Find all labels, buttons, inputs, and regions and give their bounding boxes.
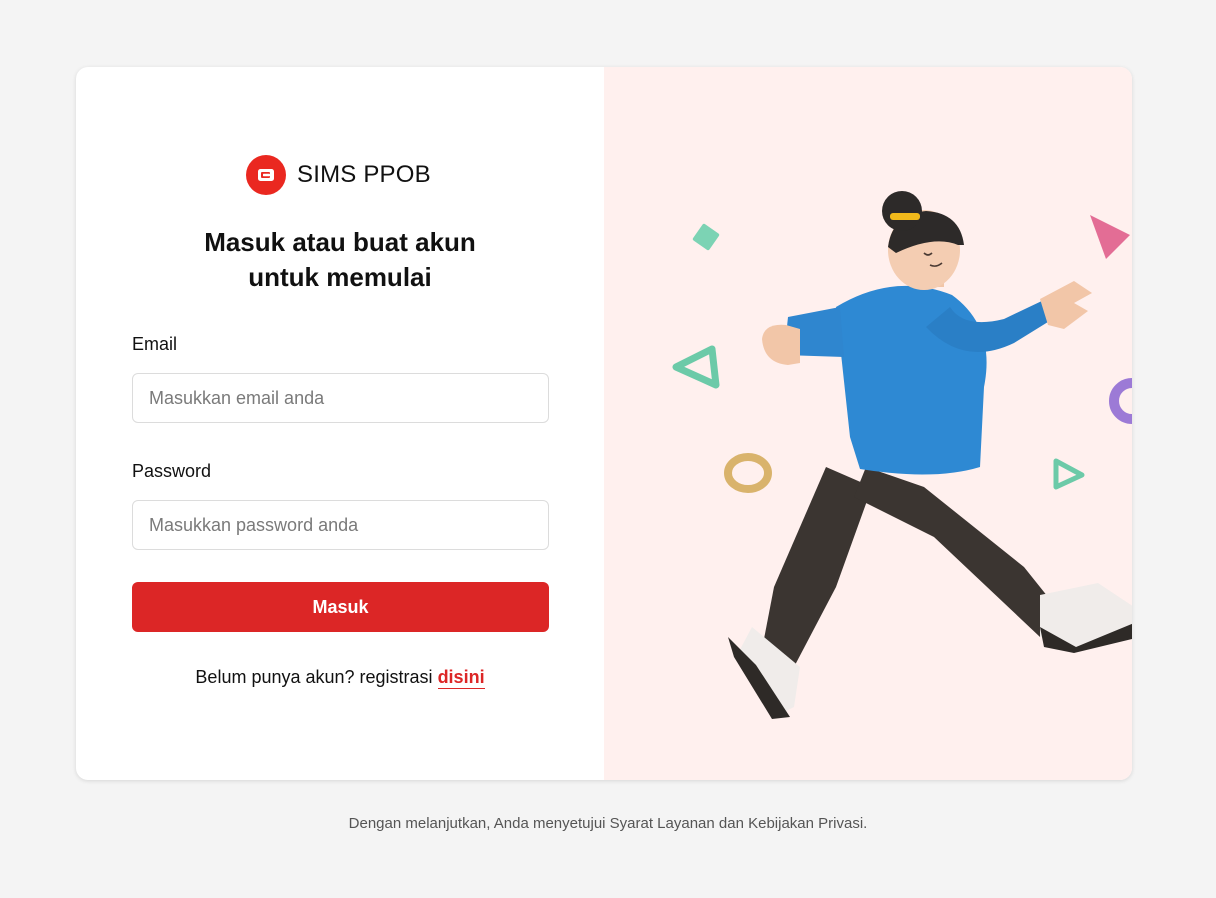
wallet-icon xyxy=(246,155,286,195)
page-title-line2: untuk memulai xyxy=(248,262,432,292)
terms-notice: Dengan melanjutkan, Anda menyetujui Syar… xyxy=(348,815,868,832)
page-title-line1: Masuk atau buat akun xyxy=(204,227,476,257)
password-label: Password xyxy=(132,461,212,481)
gold-ring-shape xyxy=(724,453,772,493)
pink-triangle-shape xyxy=(1090,215,1130,259)
login-card: SIMS PPOB Masuk atau buat akun untuk mem… xyxy=(76,67,1132,780)
small-triangle-outline-shape xyxy=(1053,458,1085,490)
register-prompt: Belum punya akun? registrasi disini xyxy=(76,667,604,689)
walking-person-illustration xyxy=(672,191,1132,719)
teal-triangle-outline-shape xyxy=(672,345,720,389)
page-title: Masuk atau buat akun untuk memulai xyxy=(76,225,604,295)
illustration-panel xyxy=(604,67,1132,780)
register-link[interactable]: disini xyxy=(437,667,485,689)
brand-name: SIMS PPOB xyxy=(297,161,431,188)
register-prompt-text: Belum punya akun? registrasi xyxy=(195,667,438,687)
login-panel: SIMS PPOB Masuk atau buat akun untuk mem… xyxy=(76,67,604,780)
email-field[interactable] xyxy=(132,373,549,423)
brand: SIMS PPOB xyxy=(246,155,431,195)
email-label: Email xyxy=(132,334,178,354)
purple-ring-shape xyxy=(1109,378,1132,424)
login-button[interactable]: Masuk xyxy=(132,582,549,632)
password-field[interactable] xyxy=(132,500,549,550)
teal-diamond-shape xyxy=(692,223,720,251)
